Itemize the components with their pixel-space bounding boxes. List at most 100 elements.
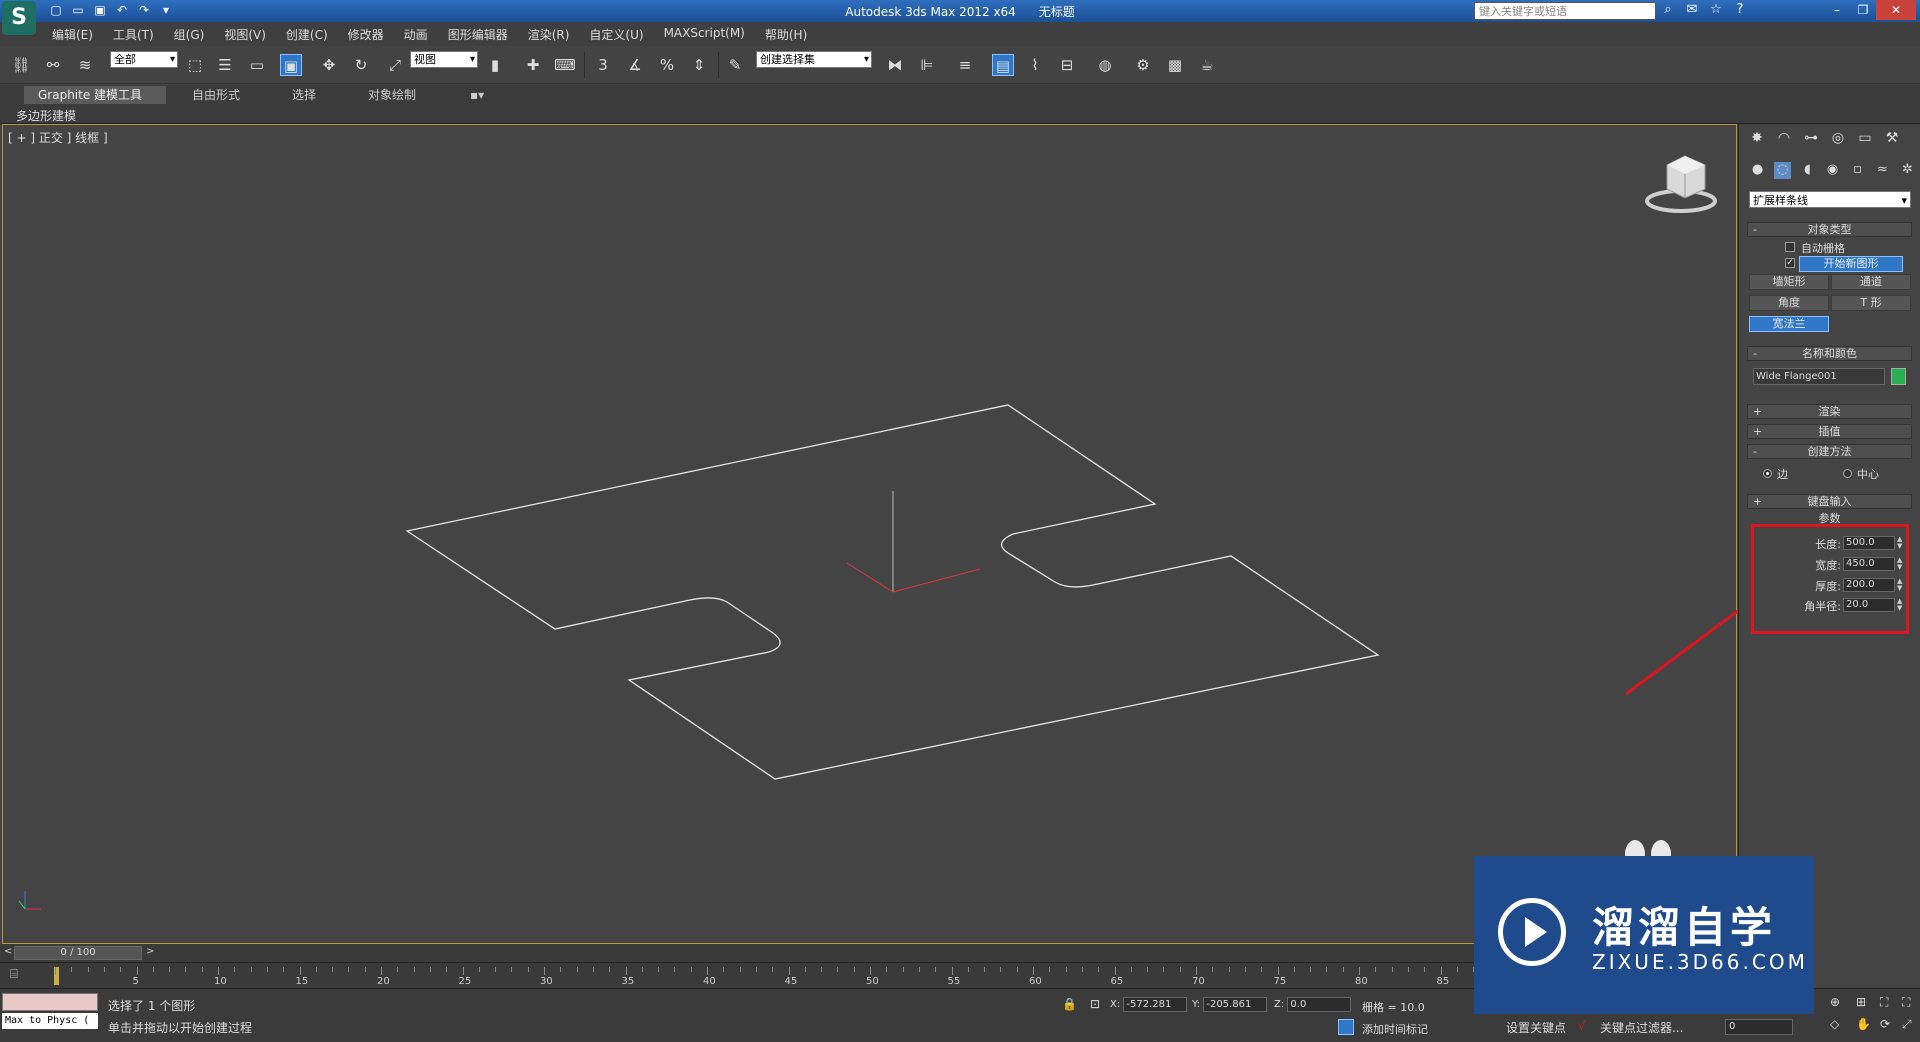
zoom-icon[interactable]: ⊕ [1830, 995, 1840, 1009]
motion-tab-icon[interactable]: ◎ [1828, 130, 1848, 150]
key-filters-button[interactable]: 关键点过滤器... [1600, 1019, 1683, 1036]
rollout-creation-method[interactable]: - 创建方法 [1747, 444, 1912, 459]
maximize-viewport-icon[interactable]: ⤢ [1902, 1017, 1912, 1032]
y-value[interactable]: -205.861 [1203, 997, 1268, 1012]
curve-editor-icon[interactable]: ⌇ [1024, 54, 1046, 76]
angle-snap-icon[interactable]: ∡ [624, 54, 646, 76]
x-value[interactable]: -572.281 [1123, 997, 1188, 1012]
add-time-tag[interactable]: 添加时间标记 [1362, 1021, 1428, 1037]
select-object-icon[interactable]: ⬚ [184, 54, 206, 76]
z-coord[interactable]: Z: 0.0 [1274, 997, 1352, 1013]
move-icon[interactable]: ✥ [318, 54, 340, 76]
absolute-mode-icon[interactable]: ⊡ [1090, 997, 1100, 1011]
cameras-icon[interactable]: ◉ [1824, 162, 1841, 179]
restore-button[interactable]: ❐ [1850, 0, 1876, 20]
edit-named-sel-icon[interactable]: ✎ [724, 54, 746, 76]
menu-graph-editors[interactable]: 图形编辑器 [448, 26, 508, 43]
geometry-icon[interactable]: ● [1749, 162, 1766, 179]
keyboard-shortcut-icon[interactable]: ⌨ [554, 54, 576, 76]
start-new-shape-checkbox[interactable]: ✓ [1785, 258, 1795, 268]
tab-object-paint[interactable]: 对象绘制 [354, 86, 430, 104]
object-name-input[interactable]: Wide Flange001 [1753, 368, 1885, 385]
start-new-shape-button[interactable]: 开始新图形 [1799, 256, 1903, 272]
trackbar[interactable]: ⌸ 5 10 15 20 25 30 35 40 45 50 55 60 65 70 75 80 85 [0, 962, 1491, 988]
scale-icon[interactable]: ⤢ [384, 54, 406, 76]
menu-help[interactable]: 帮助(H) [765, 26, 807, 43]
time-slider[interactable]: < 0 / 100 > [0, 944, 1475, 962]
pan-icon[interactable]: ✋ [1856, 1017, 1871, 1031]
time-next-icon[interactable]: > [146, 946, 154, 957]
tab-graphite-modeling[interactable]: Graphite 建模工具 [24, 86, 166, 104]
schematic-view-icon[interactable]: ⊟ [1056, 54, 1078, 76]
tab-selection[interactable]: 选择 [278, 86, 330, 104]
wall-rect-button[interactable]: 墙矩形 [1749, 274, 1829, 290]
align-icon[interactable]: ⊫ [916, 54, 938, 76]
z-value[interactable]: 0.0 [1287, 997, 1352, 1012]
set-key-label[interactable]: 设置关键点 [1506, 1019, 1566, 1036]
communication-icon[interactable]: ✉ [1684, 2, 1700, 18]
help-icon[interactable]: ? [1732, 2, 1748, 18]
maxscript-mini-listener[interactable]: Max to Physc ( [2, 1013, 98, 1029]
menu-view[interactable]: 视图(V) [224, 26, 266, 43]
close-button[interactable]: ✕ [1876, 0, 1916, 20]
rollout-object-type[interactable]: - 对象类型 [1747, 222, 1912, 237]
menu-edit[interactable]: 编辑(E) [52, 26, 93, 43]
viewcube-icon[interactable] [1645, 155, 1717, 213]
ribbon-options-icon[interactable]: ▪▾ [456, 86, 498, 104]
window-crossing-icon[interactable]: ▣ [280, 54, 302, 76]
object-color-swatch[interactable] [1891, 368, 1906, 385]
menu-maxscript[interactable]: MAXScript(M) [664, 26, 745, 43]
space-warps-icon[interactable]: ≈ [1874, 162, 1891, 179]
named-selection-dropdown[interactable]: 创建选择集 [756, 51, 872, 68]
spinner-snap-icon[interactable]: ⇕ [688, 54, 710, 76]
maxscript-listener[interactable] [2, 993, 98, 1011]
render-production-icon[interactable]: ☕ [1196, 54, 1218, 76]
field-of-view-icon[interactable]: ◇ [1830, 1017, 1839, 1031]
viewport-front[interactable]: [ + ] 正交 ] 线框 ] [2, 124, 1738, 944]
select-manipulate-icon[interactable]: ✚ [522, 54, 544, 76]
wide-flange-button[interactable]: 宽法兰 [1749, 316, 1829, 332]
helpers-icon[interactable]: ▫ [1849, 162, 1866, 179]
rollout-interpolation[interactable]: + 插值 [1747, 424, 1912, 439]
menu-group[interactable]: 组(G) [174, 26, 205, 43]
menu-rendering[interactable]: 渲染(R) [528, 26, 570, 43]
orbit-icon[interactable]: ⟳ [1880, 1017, 1890, 1031]
angle-button[interactable]: 角度 [1749, 295, 1829, 311]
auto-grid-checkbox[interactable] [1785, 242, 1795, 252]
mirror-icon[interactable]: ⧓ [884, 54, 906, 76]
x-coord[interactable]: X: -572.281 [1110, 997, 1188, 1013]
utilities-tab-icon[interactable]: ⚒ [1882, 130, 1902, 150]
channel-button[interactable]: 通道 [1831, 274, 1911, 290]
bind-space-warp-icon[interactable]: ≋ [74, 54, 96, 76]
star-icon[interactable]: ☆ [1708, 2, 1724, 18]
zoom-extents-icon[interactable]: ⛶ [1880, 995, 1888, 1010]
minimize-button[interactable]: – [1824, 0, 1850, 20]
y-coord[interactable]: Y: -205.861 [1192, 997, 1268, 1013]
lights-icon[interactable]: ◖ [1799, 162, 1816, 179]
graphite-toggle-icon[interactable]: ▤ [992, 54, 1014, 76]
layer-manager-icon[interactable]: ≡ [954, 54, 976, 76]
menu-animation[interactable]: 动画 [404, 26, 428, 43]
select-by-name-icon[interactable]: ☰ [214, 54, 236, 76]
tee-button[interactable]: T 形 [1831, 295, 1911, 311]
rollout-rendering[interactable]: + 渲染 [1747, 404, 1912, 419]
rect-selection-icon[interactable]: ▭ [246, 54, 268, 76]
reference-coord-dropdown[interactable]: 视图 [410, 51, 478, 68]
link-icon[interactable]: ⛓ [10, 54, 32, 76]
menu-customize[interactable]: 自定义(U) [589, 26, 643, 43]
hierarchy-tab-icon[interactable]: ⊶ [1801, 130, 1821, 150]
rendered-frame-icon[interactable]: ▩ [1164, 54, 1186, 76]
shape-category-dropdown[interactable]: 扩展样条线 [1749, 191, 1911, 209]
polygon-modeling-label[interactable]: 多边形建模 [16, 107, 76, 124]
percent-snap-icon[interactable]: % [656, 54, 678, 76]
menu-create[interactable]: 创建(C) [286, 26, 328, 43]
rotate-icon[interactable]: ↻ [350, 54, 372, 76]
search-input[interactable]: 键入关键字或短语 [1474, 2, 1656, 20]
selection-filter-dropdown[interactable]: 全部 [110, 51, 178, 68]
tab-freeform[interactable]: 自由形式 [178, 86, 254, 104]
material-editor-icon[interactable]: ◍ [1094, 54, 1116, 76]
zoom-all-icon[interactable]: ⊞ [1856, 995, 1866, 1009]
edge-radio[interactable] [1763, 469, 1772, 478]
center-radio[interactable] [1843, 469, 1852, 478]
snap-toggle-icon[interactable]: 3 [592, 54, 614, 76]
